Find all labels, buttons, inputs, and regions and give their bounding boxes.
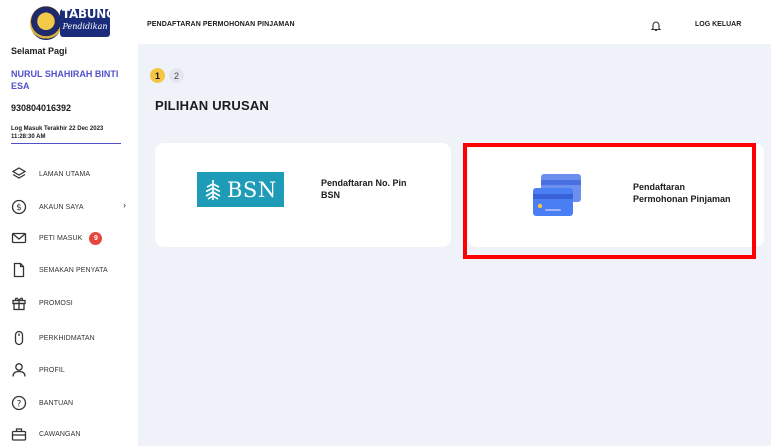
step-indicator-1: 1 <box>150 68 165 83</box>
last-login: Log Masuk Terakhir 22 Dec 2023 11:28:30 … <box>11 126 104 140</box>
loan-application-registration-card[interactable]: Pendaftaran Permohonan Pinjaman <box>468 143 764 247</box>
card-label: Pendaftaran No. Pin BSN <box>321 178 407 200</box>
bsn-logo-text: BSN <box>227 177 277 202</box>
card-label: Pendaftaran Permohonan Pinjaman <box>633 182 731 204</box>
svg-text:$: $ <box>16 203 22 213</box>
chevron-right-icon: › <box>123 200 126 210</box>
sidebar-item-perkhidmatan[interactable]: PERKHIDMATAN <box>10 327 130 349</box>
unread-badge: 9 <box>89 231 103 245</box>
logo-subtitle: Pendidikan <box>62 22 108 31</box>
credit-card-icon <box>531 172 583 218</box>
top-bar: PENDAFTARAN PERMOHONAN PINJAMAN LOG KELU… <box>138 0 771 44</box>
sidebar-item-profil[interactable]: PROFIL <box>10 359 130 381</box>
sidebar-item-label: PERKHIDMATAN <box>39 334 95 342</box>
svg-text:?: ? <box>17 399 22 409</box>
sidebar-item-label: AKAUN SAYA <box>39 203 84 211</box>
sidebar-item-peti-masuk[interactable]: PETI MASUK 9 <box>10 227 130 249</box>
layers-icon <box>10 165 28 183</box>
mail-icon <box>10 229 28 247</box>
mouse-icon <box>10 329 28 347</box>
logout-button[interactable]: LOG KELUAR <box>695 21 741 28</box>
tabung-pendidikan-logo[interactable]: TABUNG Pendidikan <box>30 6 116 40</box>
sidebar-item-label: BANTUAN <box>39 399 74 407</box>
greeting: Selamat Pagi <box>11 46 68 56</box>
sidebar-item-bantuan[interactable]: ? BANTUAN <box>10 392 130 414</box>
bell-icon[interactable] <box>650 19 662 32</box>
emblem-icon <box>30 6 62 40</box>
sidebar-item-label: PROMOSI <box>39 299 73 307</box>
section-title: PILIHAN URUSAN <box>155 98 270 113</box>
dollar-circle-icon: $ <box>10 198 28 216</box>
bsn-logo: BSN <box>197 172 284 207</box>
branch-icon <box>10 425 28 443</box>
main-content: 1 2 PILIHAN URUSAN BSN Pendaftaran No. P… <box>138 44 771 446</box>
sidebar-item-label: PETI MASUK <box>39 234 83 242</box>
user-id: 930804016392 <box>11 103 72 113</box>
bsn-pin-registration-card[interactable]: BSN Pendaftaran No. Pin BSN <box>155 143 451 247</box>
sidebar-item-promosi[interactable]: PROMOSI <box>10 292 130 314</box>
sidebar-item-label: PROFIL <box>39 366 65 374</box>
sidebar-item-label: SEMAKAN PENYATA <box>39 266 108 274</box>
sidebar-item-cawangan[interactable]: CAWANGAN <box>10 423 130 445</box>
step-indicator-2: 2 <box>169 68 184 83</box>
sidebar-item-akaun-saya[interactable]: $ AKAUN SAYA › <box>10 196 130 218</box>
bsn-tree-icon <box>205 179 221 200</box>
sidebar-item-laman-utama[interactable]: LAMAN UTAMA <box>10 163 130 185</box>
sidebar-divider <box>11 143 121 144</box>
document-icon <box>10 261 28 279</box>
sidebar-item-label: CAWANGAN <box>39 430 81 438</box>
logo-title: TABUNG <box>62 7 116 21</box>
sidebar-item-label: LAMAN UTAMA <box>39 170 91 178</box>
gift-icon <box>10 294 28 312</box>
page-title: PENDAFTARAN PERMOHONAN PINJAMAN <box>147 21 295 28</box>
help-icon: ? <box>10 394 28 412</box>
user-name: NURUL SHAHIRAH BINTI ESA <box>11 69 119 91</box>
user-icon <box>10 361 28 379</box>
sidebar-item-semakan-penyata[interactable]: SEMAKAN PENYATA <box>10 259 130 281</box>
sidebar: TABUNG Pendidikan Selamat Pagi NURUL SHA… <box>0 0 138 446</box>
